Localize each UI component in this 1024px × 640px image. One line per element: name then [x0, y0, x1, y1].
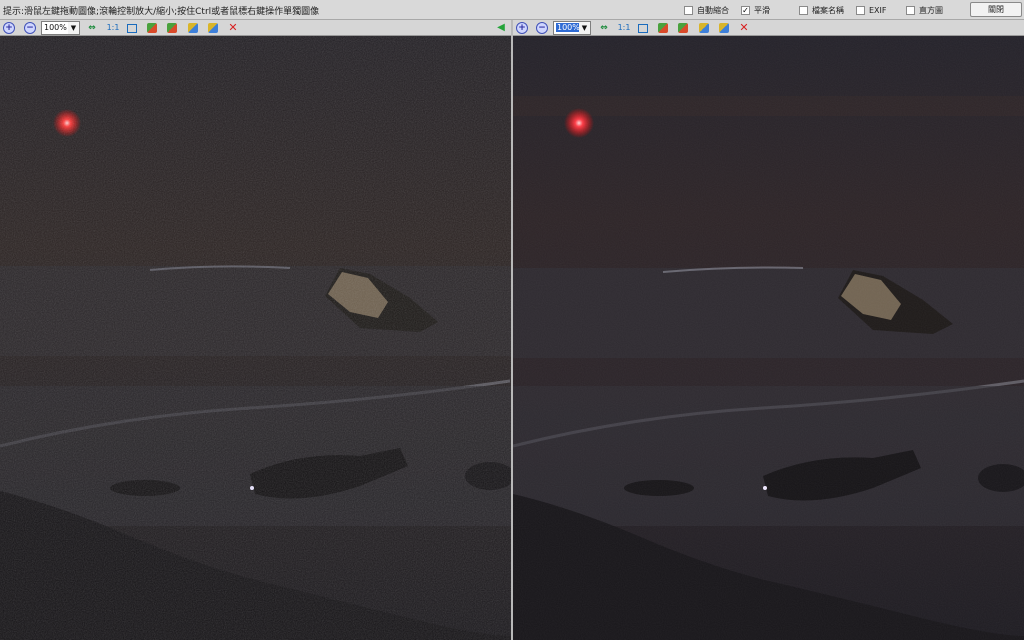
prev-image-icon[interactable]: [699, 23, 709, 33]
left-image-pane[interactable]: + − 100% ▼ ⇔ 1:1 ✕ ◀: [0, 20, 511, 640]
left-toolbar: + − 100% ▼ ⇔ 1:1 ✕ ◀: [0, 20, 511, 36]
auto-fit-checkbox[interactable]: [684, 5, 693, 15]
zoom-in-icon[interactable]: +: [3, 22, 15, 34]
option-smooth[interactable]: ✓ 平滑: [741, 4, 770, 16]
delete-icon[interactable]: ✕: [738, 22, 750, 34]
right-photo[interactable]: [513, 36, 1024, 640]
smooth-checkbox[interactable]: ✓: [741, 5, 750, 15]
option-filename[interactable]: 檔案名稱: [799, 4, 844, 16]
rotate-right-icon[interactable]: [678, 23, 688, 33]
zoom-out-icon[interactable]: −: [24, 22, 36, 34]
filename-label: 檔案名稱: [812, 5, 844, 15]
option-exif[interactable]: EXIF: [856, 4, 887, 16]
exif-label: EXIF: [869, 5, 887, 15]
histogram-checkbox[interactable]: [906, 5, 915, 15]
next-image-icon[interactable]: [719, 23, 729, 33]
image-compare-window: 提示:滑鼠左鍵拖動圖像;滾輪控制放大/縮小;按住Ctrl或者鼠標右鍵操作單獨圖像…: [0, 0, 1024, 640]
next-image-icon[interactable]: [208, 23, 218, 33]
back-arrow-icon[interactable]: ◀: [495, 22, 507, 34]
rotate-right-icon[interactable]: [167, 23, 177, 33]
option-histogram[interactable]: 直方圖: [906, 4, 943, 16]
delete-icon[interactable]: ✕: [227, 22, 239, 34]
zoom-out-icon[interactable]: −: [536, 22, 548, 34]
right-toolbar: + − 100% ▼ ⇔ 1:1 ✕: [513, 20, 1024, 36]
right-zoom-dropdown-icon[interactable]: ▼: [579, 21, 591, 35]
left-zoom-dropdown-icon[interactable]: ▼: [68, 21, 80, 35]
rotate-left-icon[interactable]: [147, 23, 157, 33]
exif-checkbox[interactable]: [856, 5, 865, 15]
fit-arrows-icon[interactable]: ⇔: [86, 22, 98, 34]
fit-arrows-icon[interactable]: ⇔: [598, 22, 610, 34]
right-night-seascape-image: [513, 36, 1024, 640]
left-night-seascape-image: [0, 36, 511, 640]
histogram-label: 直方圖: [919, 5, 943, 15]
options-bar: 提示:滑鼠左鍵拖動圖像;滾輪控制放大/縮小;按住Ctrl或者鼠標右鍵操作單獨圖像…: [0, 0, 1024, 20]
filename-checkbox[interactable]: [799, 5, 808, 15]
fit-window-icon[interactable]: [638, 24, 648, 33]
zoom-in-icon[interactable]: +: [516, 22, 528, 34]
left-photo[interactable]: [0, 36, 511, 640]
prev-image-icon[interactable]: [188, 23, 198, 33]
ratio-button[interactable]: 1:1: [106, 22, 120, 34]
right-image-pane[interactable]: + − 100% ▼ ⇔ 1:1 ✕: [513, 20, 1024, 640]
ratio-button[interactable]: 1:1: [617, 22, 631, 34]
auto-fit-label: 自動縮合: [697, 5, 729, 15]
smooth-label: 平滑: [754, 5, 770, 15]
usage-hint: 提示:滑鼠左鍵拖動圖像;滾輪控制放大/縮小;按住Ctrl或者鼠標右鍵操作單獨圖像: [3, 7, 320, 17]
rotate-left-icon[interactable]: [658, 23, 668, 33]
fit-window-icon[interactable]: [127, 24, 137, 33]
close-button[interactable]: 關閉: [970, 2, 1022, 17]
option-auto-fit[interactable]: 自動縮合: [684, 4, 729, 16]
